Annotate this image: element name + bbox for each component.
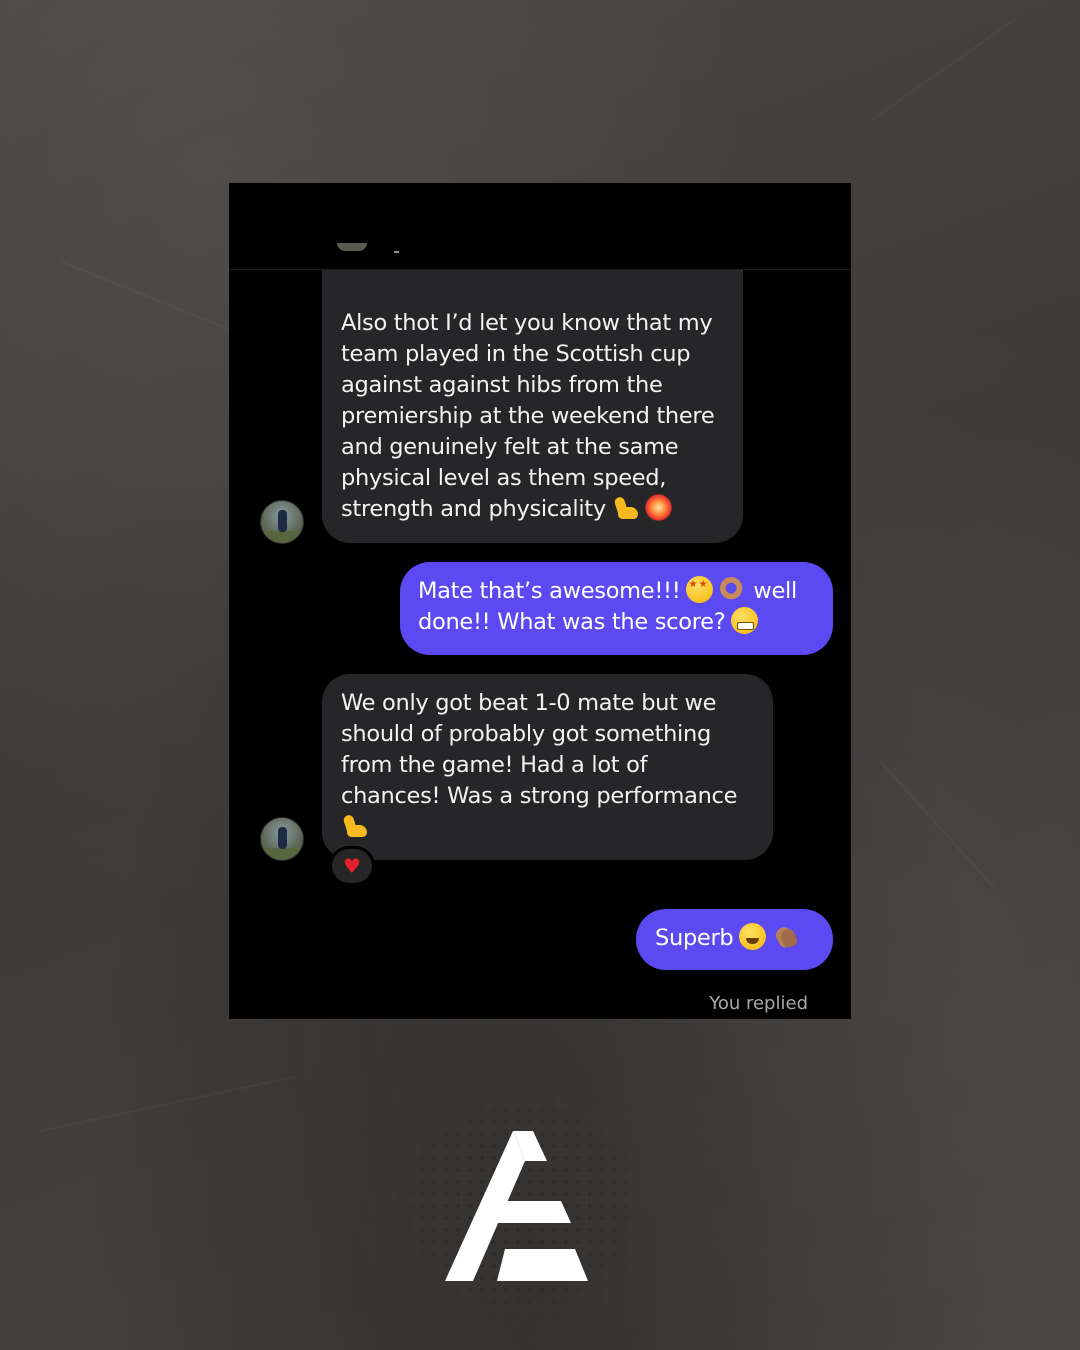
ok-hand-icon <box>719 576 747 603</box>
clapping-hands-icon <box>772 923 799 950</box>
message-text: well <box>753 578 797 604</box>
message-line: Also thot I’d let you know that my <box>341 310 713 336</box>
flexed-biceps-icon <box>341 812 368 839</box>
message-line: Mate that’s awesome!!! well <box>418 576 817 607</box>
star-struck-icon <box>686 576 714 603</box>
message-text: strength and physicality <box>341 496 606 522</box>
collision-icon <box>644 494 672 521</box>
brand-logo-icon <box>445 1131 588 1281</box>
message-line: done!! What was the score? <box>418 607 817 638</box>
message-line: from the game! Had a lot of <box>341 752 648 778</box>
flexed-biceps-icon <box>612 494 639 521</box>
grimacing-face-icon <box>731 607 759 634</box>
message-line: team played in the Scottish cup <box>341 341 691 367</box>
incoming-message-bubble[interactable]: Also thot I’d let you know that my team … <box>322 270 743 543</box>
grinning-face-icon <box>739 923 767 950</box>
outgoing-message-bubble[interactable]: Superb <box>636 909 833 970</box>
message-line <box>341 812 757 843</box>
message-text: done!! What was the score? <box>418 609 726 635</box>
dm-screenshot: Also thot I’d let you know that my team … <box>229 183 851 1019</box>
message-line: Superb <box>655 923 815 954</box>
message-line-last: strength and physicality <box>341 494 725 525</box>
message-line: premiership at the weekend there <box>341 403 715 429</box>
sender-avatar[interactable] <box>260 500 304 544</box>
heart-reaction-icon[interactable]: ♥ <box>329 846 375 886</box>
header-name-fragment <box>394 251 399 253</box>
message-line: should of probably got something <box>341 721 711 747</box>
message-line: and genuinely felt at the same <box>341 434 679 460</box>
message-text: Mate that’s awesome!!! <box>418 578 681 604</box>
message-text: Superb <box>655 925 734 951</box>
chat-header <box>229 183 851 270</box>
sender-avatar[interactable] <box>260 817 304 861</box>
message-line: chances! Was a strong performance <box>341 783 738 809</box>
outgoing-message-bubble[interactable]: Mate that’s awesome!!! well done!! What … <box>400 562 833 655</box>
message-line: We only got beat 1-0 mate but we <box>341 690 717 716</box>
incoming-message-bubble[interactable]: We only got beat 1-0 mate but we should … <box>322 674 773 860</box>
reply-status: You replied <box>709 993 808 1014</box>
header-avatar <box>337 243 367 251</box>
message-line: against against hibs from the <box>341 372 663 398</box>
message-line: physical level as them speed, <box>341 465 667 491</box>
